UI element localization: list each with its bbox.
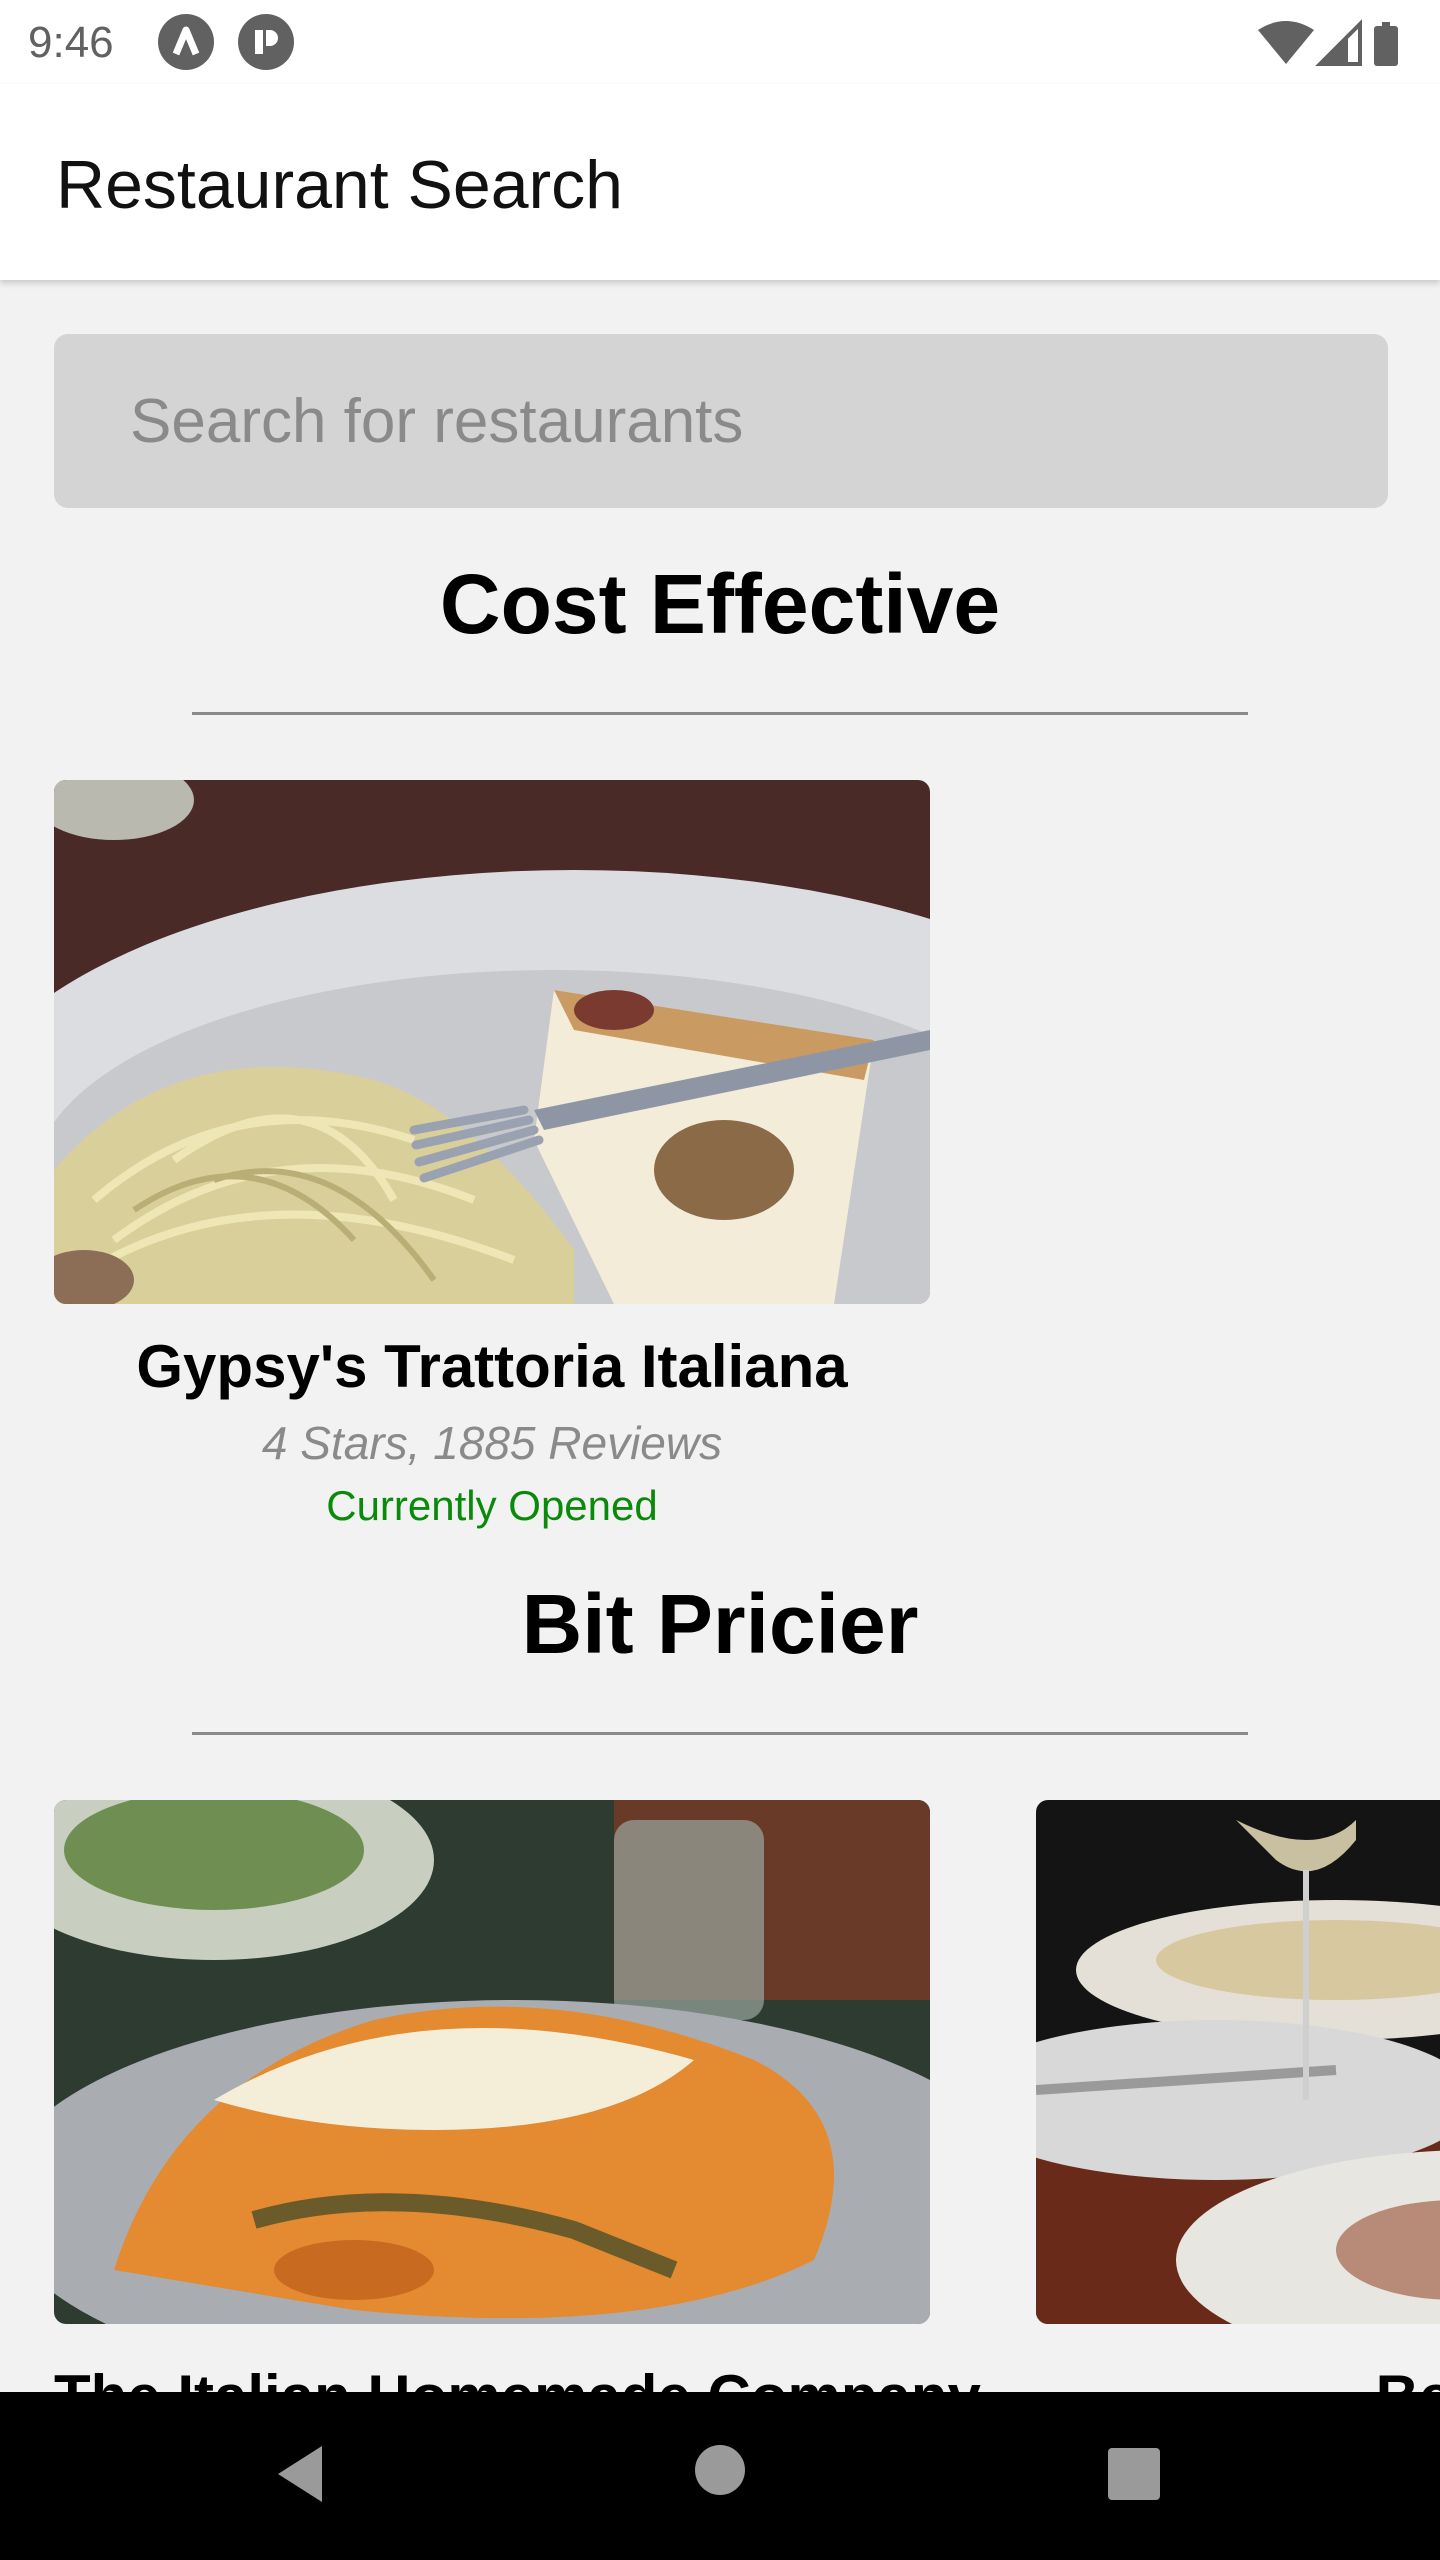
home-icon[interactable] (694, 2444, 746, 2496)
app-a-icon (158, 14, 214, 70)
status-icons (1258, 18, 1418, 66)
restaurant-name: Bella T (1036, 2362, 1440, 2392)
restaurant-list[interactable]: Cost Effective Gypsy's Trattoria Italia (0, 280, 1440, 2392)
recents-icon[interactable] (1108, 2448, 1160, 2500)
navigation-bar (0, 2392, 1440, 2560)
back-icon[interactable] (270, 2442, 330, 2506)
restaurant-photo (54, 1800, 930, 2324)
status-time: 9:46 (28, 18, 114, 67)
restaurant-card[interactable]: Bella T (1036, 1800, 1440, 2392)
restaurant-name: The Italian Homemade Company (54, 2362, 981, 2392)
restaurant-photo (54, 780, 930, 1304)
section-title-bit-pricier: Bit Pricier (521, 1577, 919, 1671)
search-input[interactable] (54, 334, 1388, 508)
section-divider (192, 1732, 1248, 1735)
restaurant-rating: 4 Stars, 1885 Reviews (261, 1417, 723, 1469)
section-title-cost-effective: Cost Effective (439, 557, 1001, 651)
restaurant-card[interactable]: The Italian Homemade Company (54, 1800, 981, 2392)
restaurant-name: Gypsy's Trattoria Italiana (136, 1333, 848, 1400)
battery-icon (1374, 22, 1398, 66)
restaurant-open-status: Currently Opened (326, 1482, 658, 1529)
app-p-icon (238, 14, 294, 70)
restaurant-card[interactable]: Gypsy's Trattoria Italiana 4 Stars, 1885… (54, 780, 930, 1540)
app-title: Restaurant Search (56, 147, 623, 223)
restaurant-photo (1036, 1800, 1440, 2324)
app-bar: Restaurant Search (0, 84, 1440, 280)
cell-signal-icon (1315, 19, 1362, 66)
status-bar: 9:46 (0, 0, 1440, 84)
section-divider (192, 712, 1248, 715)
wifi-icon (1258, 21, 1314, 64)
